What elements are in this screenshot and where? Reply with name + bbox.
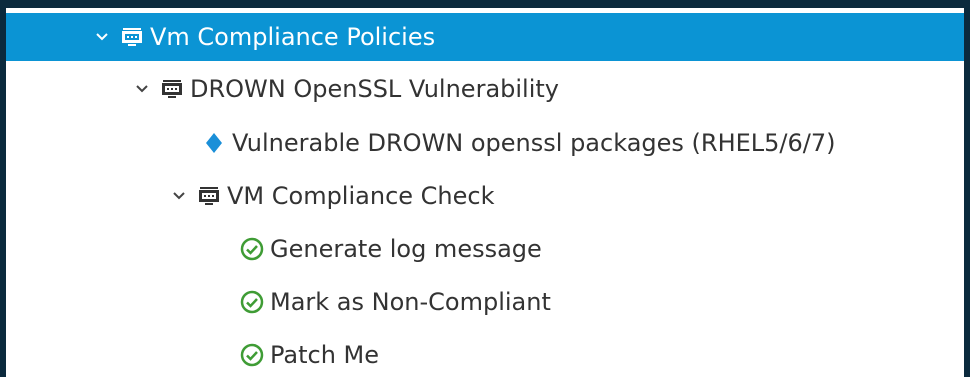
chevron-down-icon[interactable] [134,81,150,97]
tree-node-vm-compliance-policies[interactable]: Vm Compliance Policies [6,13,964,61]
tree-node-vm-compliance-check[interactable]: VM Compliance Check [6,170,964,222]
app-frame: Vm Compliance Policies DROWN OpenSSL Vul… [0,0,970,377]
tree-node-patch-me[interactable]: Patch Me [6,329,964,377]
check-circle-icon [238,235,266,263]
tree-node-generate-log-message[interactable]: Generate log message [6,223,964,275]
tree-node-vulnerable-drown-openssl-packages[interactable]: Vulnerable DROWN openssl packages (RHEL5… [6,117,964,169]
chevron-down-icon[interactable] [94,29,110,45]
tree-node-label: Generate log message [270,235,542,263]
policy-profile-icon [195,182,223,210]
check-circle-icon [238,341,266,369]
policy-tree: Vm Compliance Policies DROWN OpenSSL Vul… [6,8,964,377]
tree-node-mark-as-non-compliant[interactable]: Mark as Non-Compliant [6,276,964,328]
tree-node-label: Vulnerable DROWN openssl packages (RHEL5… [232,129,836,157]
condition-diamond-icon [200,129,228,157]
tree-node-label: DROWN OpenSSL Vulnerability [190,75,559,103]
policy-profile-icon [118,23,146,51]
tree-node-drown-openssl-vulnerability[interactable]: DROWN OpenSSL Vulnerability [6,63,964,115]
tree-node-label: Mark as Non-Compliant [270,288,551,316]
chevron-down-icon[interactable] [171,188,187,204]
policy-profile-icon [158,75,186,103]
tree-node-label: Patch Me [270,341,380,369]
check-circle-icon [238,288,266,316]
tree-node-label: Vm Compliance Policies [150,23,436,51]
tree-node-label: VM Compliance Check [227,182,495,210]
